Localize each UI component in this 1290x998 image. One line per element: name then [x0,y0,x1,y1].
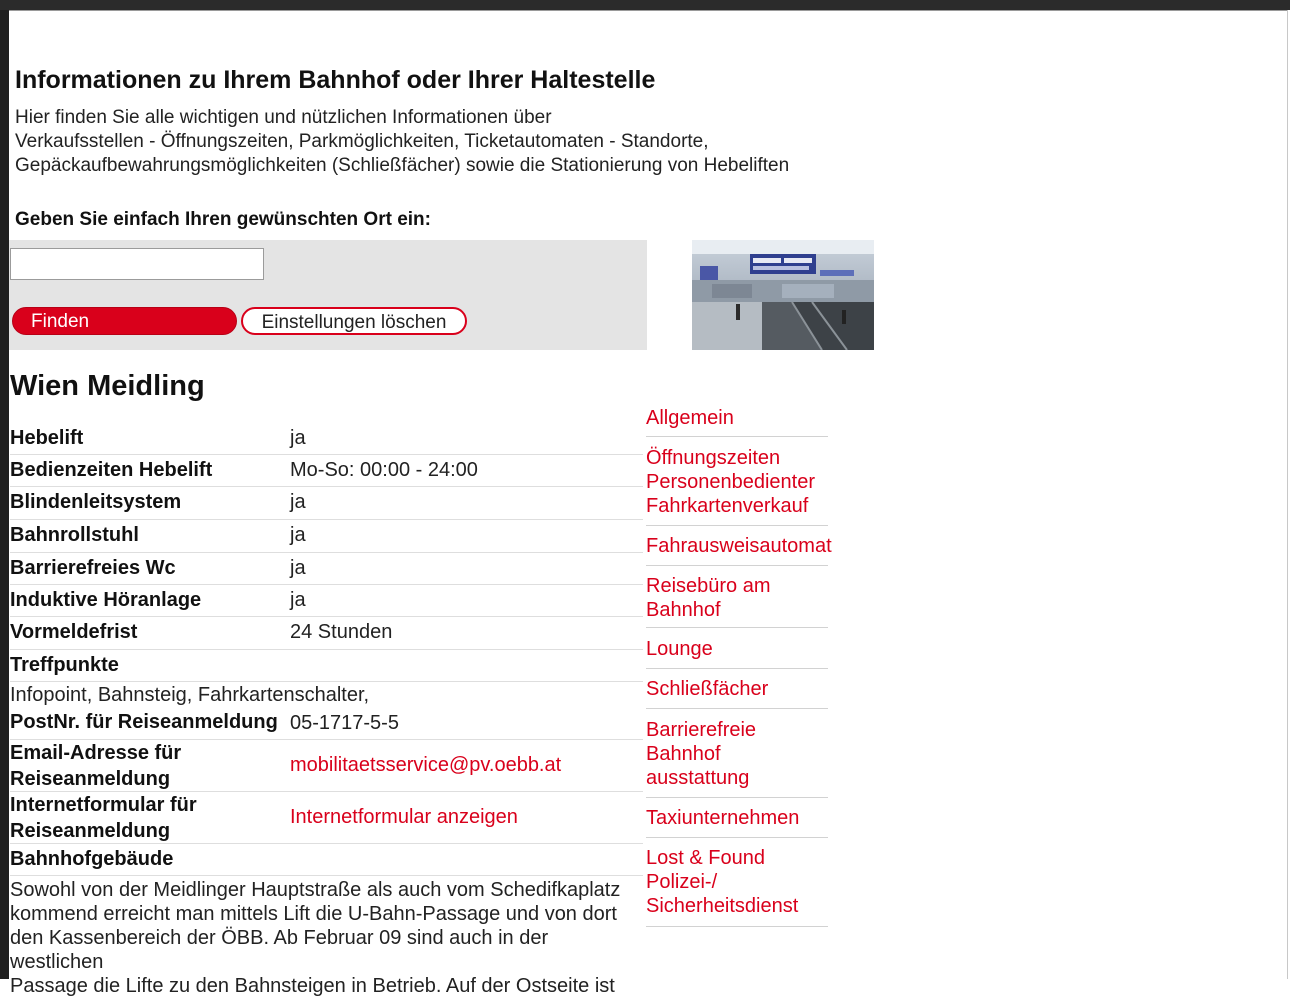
info-row-hebelift: Hebelift ja [10,423,643,455]
nav-link-reisebuero[interactable]: Reisebüro am Bahnhof [646,566,828,628]
row-label: Hebelift [10,427,84,449]
info-row-bahnhofgebaeude: Bahnhofgebäude [10,844,643,876]
page-title: Informationen zu Ihrem Bahnhof oder Ihre… [15,66,656,94]
info-row-internetformular: Internetformular für Reiseanmeldung Inte… [10,792,643,844]
nav-link-fahrausweisautomat[interactable]: Fahrausweisautomat [646,526,832,566]
nav-link-line: Lost & Found [646,847,765,869]
station-hall-photo [692,240,874,350]
nav-link-line: Polizei-/ [646,871,718,893]
nav-link-line: Taxiunternehmen [646,807,800,829]
row-label: Email-Adresse für Reiseanmeldung [10,740,181,792]
location-search-input[interactable] [10,248,264,280]
nav-link-line: ausstattung [646,767,750,789]
info-row-bedienzeiten: Bedienzeiten Hebelift Mo-So: 00:00 - 24:… [10,455,643,487]
nav-link-barrierefreie-ausstattung[interactable]: Barrierefreie Bahnhof ausstattung [646,709,828,798]
nav-link-line: Fahrausweisautomat [646,535,832,557]
row-value: 05-1717-5-5 [290,712,399,734]
window-top-bar [0,0,1290,11]
row-label-line: Internetformular für [10,794,197,816]
search-panel: Finden Einstellungen löschen [9,240,647,350]
building-text-line: kommend erreicht man mittels Lift die U-… [10,903,617,925]
intro-line: Verkaufsstellen - Öffnungszeiten, Parkmö… [15,131,709,152]
nav-link-line: Lounge [646,638,713,660]
row-label: Bedienzeiten Hebelift [10,459,213,481]
nav-link-lounge[interactable]: Lounge [646,628,828,669]
internet-form-link[interactable]: Internetformular anzeigen [290,805,518,829]
nav-link-taxiunternehmen[interactable]: Taxiunternehmen [646,798,828,838]
clear-settings-button[interactable]: Einstellungen löschen [241,307,467,335]
intro-text: Hier finden Sie alle wichtigen und nützl… [15,106,789,178]
info-row-barrierefreies-wc: Barrierefreies Wc ja [10,553,643,585]
search-prompt: Geben Sie einfach Ihren gewünschten Ort … [15,209,431,230]
info-row-postnr: PostNr. für Reiseanmeldung 05-1717-5-5 [10,710,643,740]
find-button[interactable]: Finden [12,307,237,335]
row-label: Induktive Höranlage [10,589,202,611]
nav-link-lost-found-polizei[interactable]: Lost & Found Polizei-/ Sicherheitsdienst [646,838,828,927]
building-text-line: Passage die Lifte zu den Bahnsteigen in … [10,975,615,997]
row-label: Blindenleitsystem [10,491,182,513]
building-text-line: den Kassenbereich der ÖBB. Ab Februar 09… [10,927,549,973]
nav-link-line: Öffnungszeiten [646,447,781,469]
station-info-table: Hebelift ja Bedienzeiten Hebelift Mo-So:… [10,423,643,998]
row-value: ja [290,427,306,449]
row-label: Treffpunkte [10,654,119,676]
treffpunkte-text: Infopoint, Bahnsteig, Fahrkartenschalter… [10,684,370,706]
row-value: ja [290,524,306,546]
info-row-induktive-hoeranlage: Induktive Höranlage ja [10,585,643,617]
nav-link-allgemein[interactable]: Allgemein [646,406,828,437]
nav-link-line: Bahnhof [646,599,721,621]
row-value: Mo-So: 00:00 - 24:00 [290,459,478,481]
row-label-line: Reiseanmeldung [10,768,171,790]
window-left-edge [0,10,9,979]
row-label: PostNr. für Reiseanmeldung [10,711,278,733]
row-value: ja [290,589,306,611]
nav-link-line: Barrierefreie [646,719,757,741]
row-label-line: Email-Adresse für [10,742,182,764]
nav-link-line: Allgemein [646,407,734,429]
station-name: Wien Meidling [10,370,205,402]
info-row-treffpunkte: Treffpunkte [10,650,643,682]
nav-link-line: Bahnhof [646,743,721,765]
nav-link-oeffnungszeiten[interactable]: Öffnungszeiten Personenbedienter Fahrkar… [646,437,828,526]
row-value: 24 Stunden [290,621,393,643]
info-row-blindenleitsystem: Blindenleitsystem ja [10,487,643,520]
row-label-line: Reiseanmeldung [10,820,171,842]
row-value: ja [290,557,306,579]
info-row-vormeldefrist: Vormeldefrist 24 Stunden [10,617,643,650]
nav-link-line: Schließfächer [646,678,769,700]
info-row-bahnrollstuhl: Bahnrollstuhl ja [10,520,643,553]
intro-line: Hier finden Sie alle wichtigen und nützl… [15,107,552,128]
row-label: Bahnrollstuhl [10,524,139,546]
info-row-email: Email-Adresse für Reiseanmeldung mobilit… [10,740,643,792]
email-link[interactable]: mobilitaetsservice@pv.oebb.at [290,753,561,777]
row-label: Vormeldefrist [10,621,138,643]
building-text-line: Sowohl von der Meidlinger Hauptstraße al… [10,879,621,901]
nav-link-line: Sicherheitsdienst [646,895,799,917]
nav-link-line: Reisebüro am [646,575,771,597]
nav-link-line: Personenbedienter [646,471,816,493]
station-section-nav: Allgemein Öffnungszeiten Personenbedient… [646,406,832,927]
building-description: Sowohl von der Meidlinger Hauptstraße al… [10,876,643,998]
nav-link-schliessfaecher[interactable]: Schließfächer [646,669,828,709]
row-label: Barrierefreies Wc [10,557,176,579]
row-value: ja [290,491,306,513]
nav-link-line: Fahrkartenverkauf [646,495,809,517]
row-label: Internetformular für Reiseanmeldung [10,792,197,844]
row-label: Bahnhofgebäude [10,848,174,870]
intro-line: Gepäckaufbewahrungsmöglichkeiten (Schlie… [15,155,790,176]
